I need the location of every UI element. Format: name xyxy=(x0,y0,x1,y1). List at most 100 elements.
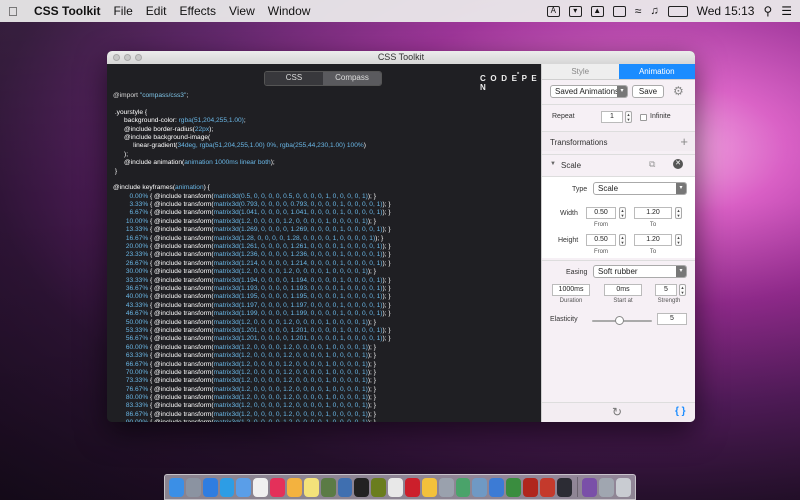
start-at-field[interactable]: 0ms xyxy=(604,284,642,296)
code-line[interactable]: 0.00% { @include transform(matrix3d(0.5,… xyxy=(113,193,538,201)
code-line[interactable]: 26.67% { @include transform(matrix3d(1.2… xyxy=(113,260,538,268)
code-line[interactable]: } xyxy=(113,168,538,176)
refresh-icon[interactable]: ↻ xyxy=(612,405,622,419)
code-line[interactable]: 46.67% { @include transform(matrix3d(1.1… xyxy=(113,310,538,318)
css-toolkit-icon[interactable] xyxy=(539,477,555,497)
menubar-clock[interactable]: Wed 15:13 xyxy=(697,4,755,18)
width-to-stepper[interactable]: ▲ ▼ xyxy=(675,207,682,219)
safari-icon[interactable] xyxy=(219,477,235,497)
downloads-stack-icon[interactable] xyxy=(582,477,598,497)
strength-stepper[interactable]: ▲ ▼ xyxy=(679,284,686,296)
menu-view[interactable]: View xyxy=(229,4,255,18)
dropbox-icon[interactable]: ▾ xyxy=(568,5,582,17)
tool-icon[interactable] xyxy=(438,477,454,497)
code-line[interactable]: 16.67% { @include transform(matrix3d(1.2… xyxy=(113,235,538,243)
maps-icon[interactable] xyxy=(455,477,471,497)
code-line[interactable]: 50.00% { @include transform(matrix3d(1.2… xyxy=(113,319,538,327)
code-line[interactable]: 20.00% { @include transform(matrix3d(1.2… xyxy=(113,243,538,251)
code-line[interactable]: 70.00% { @include transform(matrix3d(1.2… xyxy=(113,369,538,377)
notification-center-icon[interactable]: ☰ xyxy=(781,4,792,18)
preview-icon[interactable] xyxy=(472,477,488,497)
window-titlebar[interactable]: CSS Toolkit xyxy=(107,51,695,64)
code-line[interactable]: 43.33% { @include transform(matrix3d(1.1… xyxy=(113,302,538,310)
menu-edit[interactable]: Edit xyxy=(146,4,167,18)
code-line[interactable]: 23.33% { @include transform(matrix3d(1.2… xyxy=(113,251,538,259)
code-text[interactable]: @import "compass/css3"; .yourstyle { bac… xyxy=(113,92,538,422)
code-line[interactable]: 83.33% { @include transform(matrix3d(1.2… xyxy=(113,402,538,410)
code-line[interactable]: 63.33% { @include transform(matrix3d(1.2… xyxy=(113,352,538,360)
code-editor[interactable]: CSS Compass ■ C O D E P E N @import "com… xyxy=(107,64,541,422)
menu-app-name[interactable]: CSS Toolkit xyxy=(34,4,100,18)
code-line[interactable]: 56.67% { @include transform(matrix3d(1.2… xyxy=(113,335,538,343)
type-select[interactable]: Scale ▾ xyxy=(593,182,687,195)
code-line[interactable]: @import "compass/css3"; xyxy=(113,92,538,100)
code-line[interactable]: 60.00% { @include transform(matrix3d(1.2… xyxy=(113,344,538,352)
menu-file[interactable]: File xyxy=(113,4,132,18)
remove-transform-icon[interactable]: ✕ xyxy=(673,159,683,169)
code-line[interactable]: 76.67% { @include transform(matrix3d(1.2… xyxy=(113,386,538,394)
duration-field[interactable]: 1000ms xyxy=(552,284,590,296)
chrome-icon[interactable] xyxy=(388,477,404,497)
trash-icon[interactable] xyxy=(616,477,631,497)
mail-icon[interactable] xyxy=(236,477,252,497)
codepen-button[interactable]: C O D E P E N xyxy=(480,74,541,92)
elasticity-field[interactable]: 5 xyxy=(657,313,687,325)
code-line[interactable]: 36.67% { @include transform(matrix3d(1.1… xyxy=(113,285,538,293)
repeat-stepper[interactable]: ▲ ▼ xyxy=(625,111,632,123)
width-from-stepper[interactable]: ▲ ▼ xyxy=(619,207,626,219)
height-to-stepper[interactable]: ▲ ▼ xyxy=(675,234,682,246)
easing-select[interactable]: Soft rubber ▾ xyxy=(593,265,687,278)
fireworks-icon[interactable] xyxy=(371,477,387,497)
sketch-icon[interactable] xyxy=(421,477,437,497)
code-line[interactable]: 53.33% { @include transform(matrix3d(1.2… xyxy=(113,327,538,335)
spotlight-icon[interactable]: ⚲ xyxy=(763,4,772,18)
battery-icon[interactable] xyxy=(667,5,688,17)
code-line[interactable]: 30.00% { @include transform(matrix3d(1.2… xyxy=(113,268,538,276)
code-line[interactable] xyxy=(113,100,538,108)
tab-css[interactable]: CSS xyxy=(265,72,323,85)
height-from-stepper[interactable]: ▲ ▼ xyxy=(619,234,626,246)
wifi-icon[interactable]: ≈ xyxy=(635,4,642,18)
height-from-field[interactable]: 0.50 xyxy=(586,234,616,246)
repeat-field[interactable]: 1 xyxy=(601,111,623,123)
photos-icon[interactable] xyxy=(287,477,302,497)
code-line[interactable]: @include border-radius(22px); xyxy=(113,126,538,134)
code-line[interactable]: 13.33% { @include transform(matrix3d(1.2… xyxy=(113,226,538,234)
gear-icon[interactable]: ⚙ xyxy=(673,84,684,98)
code-line[interactable]: @include keyframes(animation) { xyxy=(113,184,538,192)
chess-icon[interactable] xyxy=(320,477,336,497)
zoom-window-button[interactable] xyxy=(135,54,142,61)
launchpad-icon[interactable] xyxy=(185,477,201,497)
elasticity-slider-knob[interactable] xyxy=(614,316,624,325)
code-line[interactable]: linear-gradient(34deg, rgba(51,204,255,1… xyxy=(113,142,538,150)
finder-icon[interactable] xyxy=(169,477,184,497)
volume-icon[interactable]: ♫ xyxy=(650,5,658,17)
adobe-icon[interactable]: A xyxy=(546,5,560,17)
code-braces-icon[interactable]: { } xyxy=(675,406,686,417)
minimize-window-button[interactable] xyxy=(124,54,131,61)
scale-transform-header[interactable]: ▼ Scale ⧉ ✕ xyxy=(542,154,695,174)
rocket-icon[interactable] xyxy=(556,477,572,497)
app-store-icon[interactable] xyxy=(202,477,218,497)
save-button[interactable]: Save xyxy=(632,85,664,98)
itunes-icon[interactable] xyxy=(270,477,286,497)
code-line[interactable]: @include background-image( xyxy=(113,134,538,142)
documents-stack-icon[interactable] xyxy=(599,477,615,497)
code-line[interactable]: @include animation(animation 1000ms line… xyxy=(113,159,538,167)
code-line[interactable]: 6.67% { @include transform(matrix3d(1.04… xyxy=(113,209,538,217)
terminal-icon[interactable] xyxy=(354,477,370,497)
code-line[interactable]: 90.00% { @include transform(matrix3d(1.2… xyxy=(113,419,538,422)
width-from-field[interactable]: 0.50 xyxy=(586,207,616,219)
strength-field[interactable]: 5 xyxy=(655,284,677,296)
tab-compass[interactable]: Compass xyxy=(323,72,381,85)
height-to-field[interactable]: 1.20 xyxy=(634,234,672,246)
width-to-field[interactable]: 1.20 xyxy=(634,207,672,219)
notes-icon[interactable] xyxy=(303,477,319,497)
code-line[interactable]: ); xyxy=(113,151,538,159)
notification-icon[interactable]: ▲ xyxy=(590,5,604,17)
game-icon[interactable] xyxy=(337,477,353,497)
calendar-icon[interactable] xyxy=(253,477,269,497)
code-line[interactable] xyxy=(113,176,538,184)
keynote-icon[interactable] xyxy=(489,477,505,497)
code-line[interactable]: 86.67% { @include transform(matrix3d(1.2… xyxy=(113,411,538,419)
